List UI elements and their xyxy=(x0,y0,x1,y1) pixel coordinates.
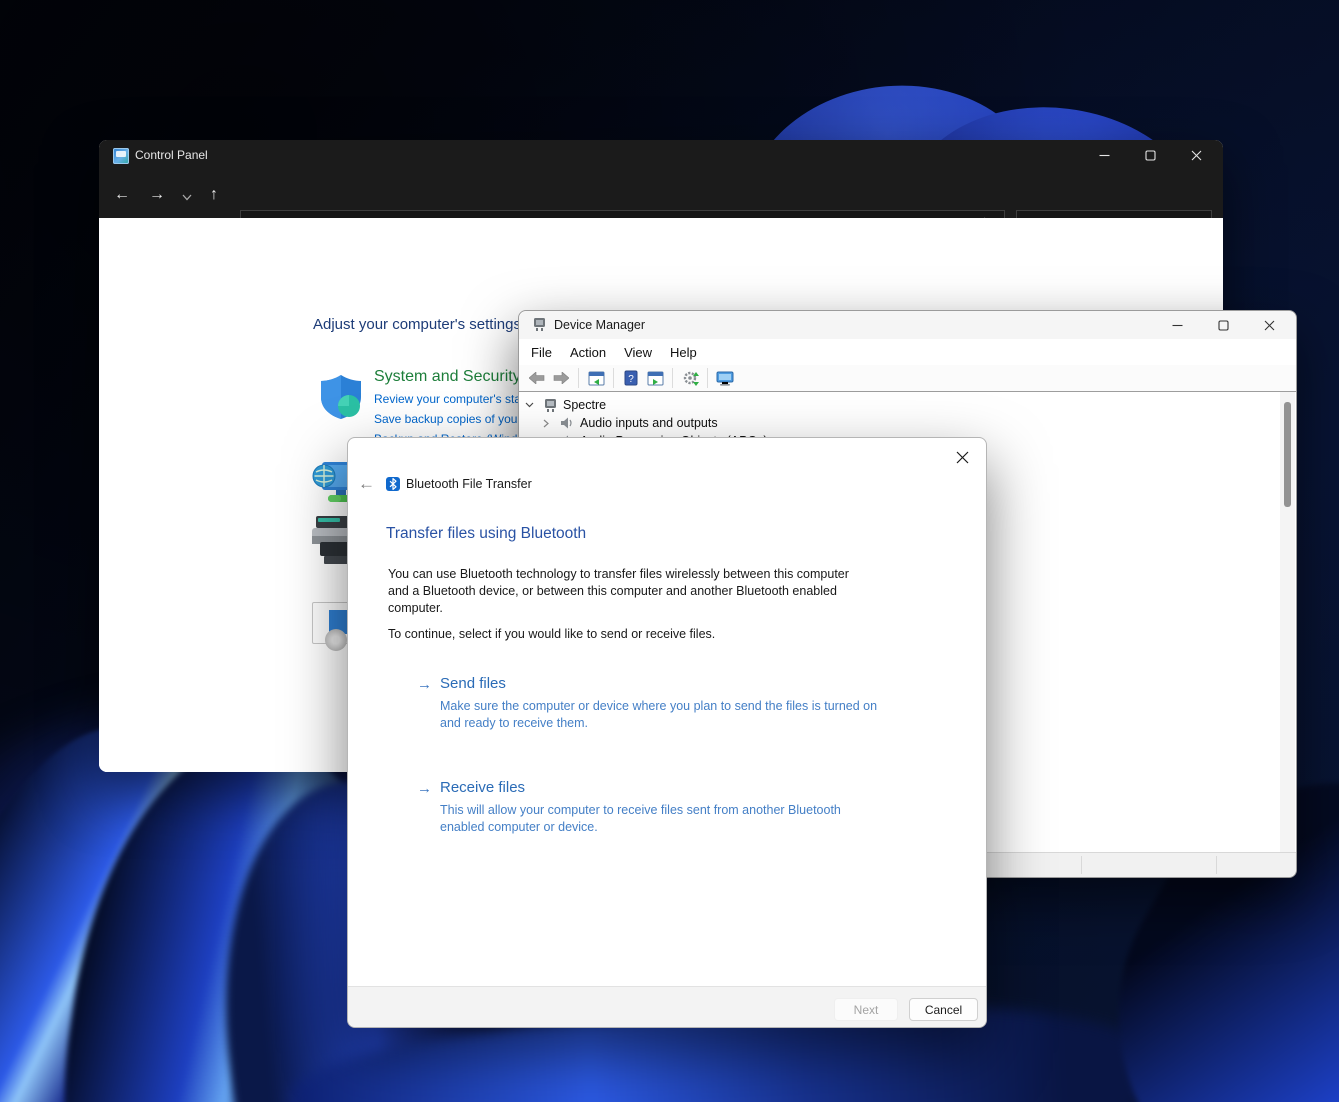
next-button[interactable]: Next xyxy=(834,998,898,1021)
toolbar-forward-icon[interactable] xyxy=(549,367,573,389)
system-security-shield-icon[interactable] xyxy=(318,373,364,426)
toolbar-scan-hardware-icon[interactable] xyxy=(678,367,702,389)
maximize-button[interactable] xyxy=(1200,311,1246,339)
tree-item-spectre[interactable]: Spectre xyxy=(525,396,606,414)
control-panel-chrome: Control Panel ← → ↑ xyxy=(99,140,1223,218)
menu-help[interactable]: Help xyxy=(661,341,706,364)
tree-item-audio-inputs[interactable]: Audio inputs and outputs xyxy=(543,414,718,432)
back-icon[interactable]: ← xyxy=(358,474,375,494)
device-manager-menubar: File Action View Help xyxy=(519,339,1296,365)
toolbar-help-icon[interactable]: ? xyxy=(619,367,643,389)
forward-icon[interactable]: → xyxy=(149,187,165,203)
computer-icon xyxy=(543,398,558,413)
cancel-button[interactable]: Cancel xyxy=(909,998,978,1021)
toolbar-back-icon[interactable] xyxy=(525,367,549,389)
toolbar-separator xyxy=(613,368,614,388)
maximize-button[interactable] xyxy=(1127,140,1173,171)
scrollbar-thumb[interactable] xyxy=(1284,402,1291,507)
wizard-prompt-text: To continue, select if you would like to… xyxy=(388,627,870,641)
speaker-icon xyxy=(560,416,575,431)
category-system-and-security[interactable]: System and Security xyxy=(374,368,521,385)
recent-pages-chevron-icon[interactable] xyxy=(182,189,192,205)
programs-icon-disc xyxy=(325,629,347,651)
arrow-right-icon: → xyxy=(417,780,432,797)
bluetooth-icon xyxy=(386,477,400,491)
chevron-right-icon[interactable] xyxy=(543,419,549,428)
vertical-scrollbar[interactable] xyxy=(1280,392,1295,852)
svg-text:?: ? xyxy=(628,374,634,385)
back-icon[interactable]: ← xyxy=(114,187,130,203)
desktop: Control Panel ← → ↑ xyxy=(0,0,1339,1102)
toolbar-separator xyxy=(672,368,673,388)
toolbar-properties-icon[interactable] xyxy=(643,367,667,389)
wizard-heading: Transfer files using Bluetooth xyxy=(386,525,586,543)
statusbar-separator xyxy=(1216,856,1217,874)
send-files-command-link[interactable]: → Send files Make sure the computer or d… xyxy=(417,675,977,732)
minimize-button[interactable] xyxy=(1154,311,1200,339)
close-button[interactable] xyxy=(1246,311,1292,339)
control-panel-titlebar[interactable]: Control Panel xyxy=(99,140,1223,171)
arrow-right-icon: → xyxy=(417,676,432,693)
close-icon[interactable] xyxy=(946,444,978,470)
chevron-down-icon[interactable] xyxy=(525,402,534,408)
toolbar-show-console-tree-icon[interactable] xyxy=(584,367,608,389)
up-icon[interactable]: ↑ xyxy=(210,187,218,203)
menu-file[interactable]: File xyxy=(522,341,561,364)
dialog-title: Bluetooth File Transfer xyxy=(406,477,532,491)
toolbar-separator xyxy=(707,368,708,388)
device-manager-app-icon xyxy=(532,317,547,332)
menu-view[interactable]: View xyxy=(615,341,661,364)
minimize-button[interactable] xyxy=(1081,140,1127,171)
close-button[interactable] xyxy=(1173,140,1219,171)
device-manager-toolbar: ? xyxy=(519,365,1296,392)
control-panel-toolbar: ← → ↑ Control Panel xyxy=(99,171,1223,218)
menu-action[interactable]: Action xyxy=(561,341,615,364)
device-manager-window-title: Device Manager xyxy=(554,318,645,332)
toolbar-separator xyxy=(578,368,579,388)
control-panel-app-icon xyxy=(113,148,129,164)
control-panel-window-title: Control Panel xyxy=(135,148,208,162)
bluetooth-file-transfer-dialog: ← Bluetooth File Transfer Transfer files… xyxy=(347,437,987,1028)
wizard-intro-text: You can use Bluetooth technology to tran… xyxy=(388,566,870,617)
toolbar-computer-icon[interactable] xyxy=(713,367,737,389)
device-manager-titlebar[interactable]: Device Manager xyxy=(519,311,1296,339)
receive-files-command-link[interactable]: → Receive files This will allow your com… xyxy=(417,779,977,836)
statusbar-separator xyxy=(1081,856,1082,874)
page-title: Adjust your computer's settings xyxy=(313,316,521,333)
